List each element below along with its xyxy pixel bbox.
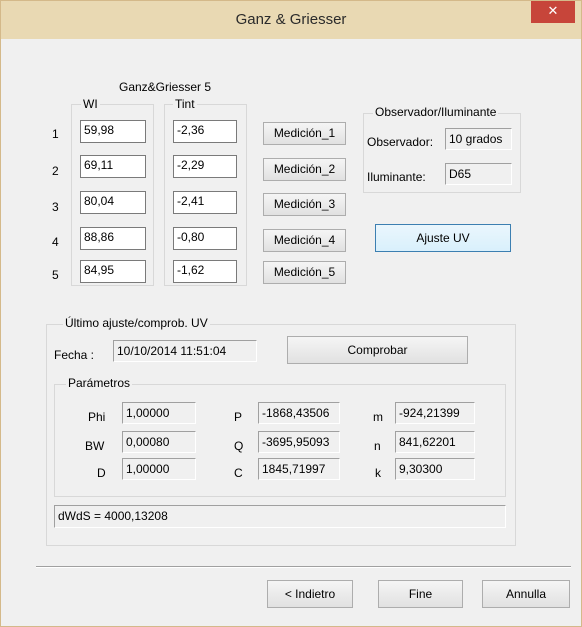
row-number: 2	[52, 164, 59, 178]
m-label: m	[373, 410, 383, 424]
m-value: -924,21399	[395, 402, 475, 424]
bw-label: BW	[85, 439, 105, 453]
observer-group-title: Observador/Iluminante	[373, 105, 499, 119]
medicion-1-button[interactable]: Medición_1	[263, 122, 346, 145]
tint-header: Tint	[173, 97, 197, 111]
q-value: -3695,95093	[258, 431, 340, 453]
back-button[interactable]: < Indietro	[267, 580, 353, 608]
finish-button[interactable]: Fine	[378, 580, 463, 608]
wi-input[interactable]: 69,11	[80, 155, 146, 178]
wi-input[interactable]: 84,95	[80, 260, 146, 283]
close-icon[interactable]: ✕	[531, 1, 575, 23]
tint-input[interactable]: -2,36	[173, 120, 237, 143]
medicion-5-button[interactable]: Medición_5	[263, 261, 346, 284]
row-number: 4	[52, 235, 59, 249]
fecha-value: 10/10/2014 11:51:04	[113, 340, 257, 362]
tint-input[interactable]: -2,29	[173, 155, 237, 178]
observer-label: Observador:	[367, 135, 434, 149]
parameters-title: Parámetros	[66, 376, 133, 390]
illuminant-label: Iluminante:	[367, 170, 426, 184]
dialog-window: Ganz & Griesser ✕ Ganz&Griesser 5 WI Tin…	[0, 0, 582, 627]
fecha-label: Fecha :	[54, 348, 95, 362]
n-value: 841,62201	[395, 431, 475, 453]
d-label: D	[97, 466, 106, 480]
dwds-value: dWdS = 4000,13208	[54, 505, 506, 528]
comprobar-button[interactable]: Comprobar	[287, 336, 468, 364]
d-value: 1,00000	[122, 458, 196, 480]
medicion-4-button[interactable]: Medición_4	[263, 229, 346, 252]
tint-input[interactable]: -2,41	[173, 191, 237, 214]
wi-header: WI	[81, 97, 100, 111]
q-label: Q	[234, 439, 244, 453]
phi-label: Phi	[88, 410, 106, 424]
c-value: 1845,71997	[258, 458, 340, 480]
cancel-button[interactable]: Annulla	[482, 580, 570, 608]
phi-value: 1,00000	[122, 402, 196, 424]
bw-value: 0,00080	[122, 431, 196, 453]
wi-input[interactable]: 59,98	[80, 120, 146, 143]
k-value: 9,30300	[395, 458, 475, 480]
wi-input[interactable]: 88,86	[80, 227, 146, 250]
footer-separator	[36, 566, 571, 568]
observer-value: 10 grados	[445, 128, 512, 150]
tint-input[interactable]: -0,80	[173, 227, 237, 250]
medicion-2-button[interactable]: Medición_2	[263, 158, 346, 181]
row-number: 1	[52, 127, 59, 141]
medicion-3-button[interactable]: Medición_3	[263, 193, 346, 216]
c-label: C	[234, 466, 243, 480]
n-label: n	[374, 439, 381, 453]
window-title: Ganz & Griesser	[235, 11, 347, 28]
measurement-group-title: Ganz&Griesser 5	[119, 80, 212, 94]
row-number: 3	[52, 200, 59, 214]
title-bar[interactable]: Ganz & Griesser ✕	[1, 1, 581, 39]
ajuste-uv-button[interactable]: Ajuste UV	[375, 224, 511, 252]
p-label: P	[234, 410, 243, 424]
tint-input[interactable]: -1,62	[173, 260, 237, 283]
p-value: -1868,43506	[258, 402, 340, 424]
wi-input[interactable]: 80,04	[80, 191, 146, 214]
k-label: k	[375, 466, 381, 480]
last-adjust-title: Último ajuste/comprob. UV	[63, 316, 210, 330]
row-number: 5	[52, 268, 59, 282]
illuminant-value: D65	[445, 163, 512, 185]
